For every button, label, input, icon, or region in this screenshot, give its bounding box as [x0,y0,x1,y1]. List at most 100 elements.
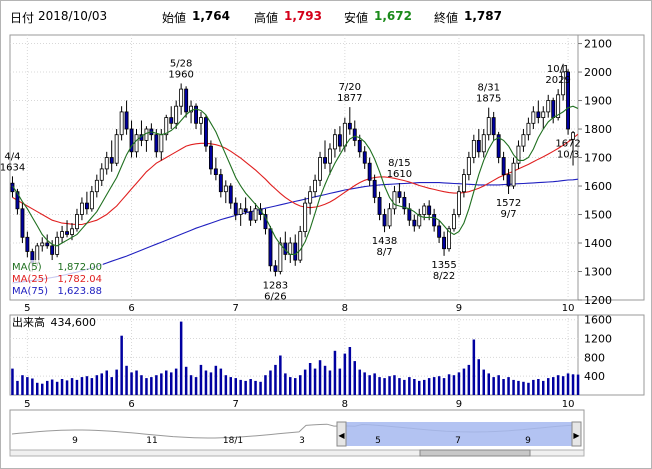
annotation-date: 7/20 [339,82,361,93]
volume-bar [299,375,302,395]
volume-bar [423,379,426,395]
volume-bar [537,379,540,395]
annotation-value: 1438 [372,236,397,247]
annotation-value: 1672 [555,139,580,150]
volume-bar [170,372,173,395]
volume-bar [522,381,525,395]
volume-bar [100,373,103,395]
candle-up [179,88,184,107]
candle-down [20,208,25,238]
volume-bar [547,378,550,395]
navigator-label: 5 [375,436,381,446]
candle-up [99,168,104,181]
volume-bar [571,374,575,395]
candle-down [25,236,30,252]
annotation-date: 8/7 [376,247,392,258]
annotation-date: 10/3 [557,150,579,161]
volume-bar [532,379,535,395]
candle-up [541,111,546,119]
candle-down [85,202,89,210]
volume-bar [259,381,262,395]
candle-up [303,202,308,233]
price-tick-label: 1200 [584,294,612,307]
volume-bar [358,369,361,395]
volume-bar [155,375,158,395]
candle-down [109,157,114,164]
candle-down [491,117,496,136]
navigator-right-handle[interactable]: ▶ [571,421,582,447]
volume-tick-label: 800 [584,351,605,364]
candle-up [531,111,536,124]
volume-bar [204,370,208,395]
navigator-scroll-thumb[interactable] [419,449,531,457]
volume-bar [432,377,436,395]
volume-bar [70,378,74,395]
volume-bar [254,380,257,395]
volume-bar [552,377,555,395]
volume-bar [343,353,347,395]
volume-bar [328,370,332,395]
volume-bar [274,364,277,395]
candle-up [451,214,456,230]
volume-bar [497,375,500,395]
candle-down [427,205,432,215]
volume-bar [130,372,133,395]
candle-down [208,145,213,170]
candle-up [60,231,64,238]
candle-down [506,174,511,187]
volume-axis: 400 800 1200 1600 [584,314,612,383]
price-tick-label: 1700 [584,152,612,165]
navigator-left-handle[interactable]: ◀ [336,421,347,447]
volume-bar [194,377,198,395]
volume-bar [284,373,287,395]
volume-bar [333,350,337,395]
volume-bar [65,380,69,395]
candle-up [422,205,427,215]
legend-value: 1,623.88 [57,286,102,297]
candle-up [327,148,332,164]
candle-up [104,157,109,170]
x-tick-label: 9 [456,399,462,410]
candle-up [511,162,516,187]
volume-bar [125,365,128,395]
volume-bar [150,377,153,395]
volume-bar [21,375,24,395]
candle-up [471,139,476,158]
legend-value: 1,782.04 [57,274,102,285]
candle-up [313,179,317,193]
candle-down [347,122,352,130]
candle-up [466,157,471,176]
x-tick-label: 6 [128,303,134,314]
volume-bar [388,376,391,395]
candle-down [437,225,442,238]
annotation-date: 6/26 [264,291,286,302]
candle-up [392,191,397,210]
x-tick-label: 6 [128,399,134,410]
candle-down [273,265,278,272]
volume-title-value: 434,600 [51,316,97,329]
navigator-label: 7 [455,436,461,446]
x-tick-label: 10 [562,399,575,410]
volume-bar [184,366,188,395]
navigator-label: 3 [299,436,305,446]
volume-bar [294,378,297,395]
volume-bar [60,379,64,395]
price-tick-label: 1300 [584,266,612,279]
range-navigator[interactable]: ◀ ▶ 9 11 18/1 3 5 7 9 [9,409,585,457]
candle-up [159,134,164,153]
candle-down [169,117,174,124]
annotation-value: 1634 [0,162,25,173]
annotation-value: 2029 [545,75,570,86]
stock-chart: 4/41634 5/281960 12836/26 7/201877 14388/7 8/… [0,34,645,457]
candle-up [40,242,45,247]
candle-down [377,196,382,215]
candle-down [293,242,298,261]
volume-bar [437,376,441,395]
volume-bar [502,379,505,395]
annotation-date: 10/1 [547,64,569,75]
candle-down [536,111,541,119]
candle-up [119,111,124,136]
candle-down [124,111,129,130]
candle-up [134,134,139,153]
price-tick-label: 1600 [584,180,612,193]
